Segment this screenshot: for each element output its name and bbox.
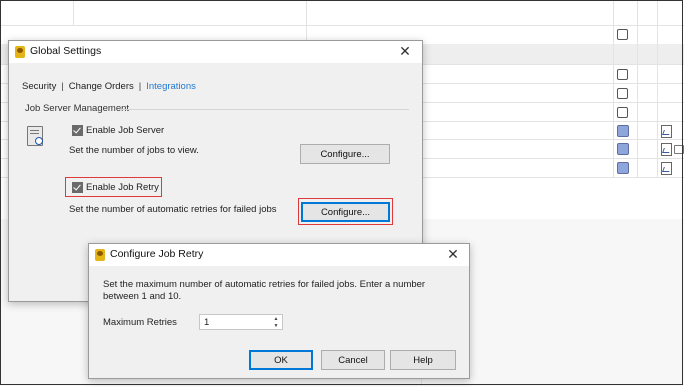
configure-retry-button[interactable]: Configure... [301, 202, 390, 222]
retry-description: Set the maximum number of automatic retr… [103, 279, 426, 302]
row-checkbox-checked[interactable] [617, 125, 629, 137]
jobs-view-description: Set the number of jobs to view. [69, 145, 199, 156]
configure-job-retry-dialog: Configure Job Retry ✕ Set the maximum nu… [88, 243, 470, 379]
configure-jobs-button[interactable]: Configure... [300, 144, 390, 164]
enable-job-retry-checkbox[interactable] [72, 182, 83, 193]
tab-integrations[interactable]: Integrations [146, 81, 196, 92]
cancel-button[interactable]: Cancel [321, 350, 385, 370]
document-image-icon[interactable] [661, 143, 672, 156]
global-settings-titlebar: Global Settings ✕ [9, 41, 422, 63]
app-logo-icon [15, 46, 25, 58]
help-button[interactable]: Help [390, 350, 456, 370]
row-checkbox[interactable] [617, 29, 628, 40]
folder-icon[interactable] [674, 145, 684, 154]
close-icon[interactable]: ✕ [397, 43, 413, 59]
tab-separator: | [61, 81, 64, 92]
dialog-title: Global Settings [30, 45, 102, 57]
tab-separator: | [138, 81, 142, 92]
row-checkbox[interactable] [617, 107, 628, 118]
settings-tabs: Security | Change Orders | Integrations [22, 81, 196, 92]
ok-button[interactable]: OK [249, 350, 313, 370]
close-icon[interactable]: ✕ [445, 246, 461, 262]
configure-job-retry-titlebar: Configure Job Retry ✕ [89, 244, 469, 266]
document-image-icon[interactable] [661, 162, 672, 175]
app-logo-icon [95, 249, 105, 261]
row-checkbox-checked[interactable] [617, 162, 629, 174]
tab-change-orders[interactable]: Change Orders [69, 81, 134, 92]
enable-job-retry-label: Enable Job Retry [86, 182, 159, 193]
stepper-down-icon[interactable]: ▼ [272, 323, 280, 329]
section-title: Job Server Management [25, 103, 130, 114]
row-checkbox[interactable] [617, 69, 628, 80]
max-retries-value[interactable]: 1 [204, 317, 209, 328]
row-checkbox[interactable] [617, 88, 628, 99]
row-checkbox-checked[interactable] [617, 143, 629, 155]
stepper-up-icon[interactable]: ▲ [272, 316, 280, 322]
job-server-icon [27, 126, 43, 146]
max-retries-stepper[interactable]: 1 ▲ ▼ [199, 314, 283, 330]
document-image-icon[interactable] [661, 125, 672, 138]
retries-description: Set the number of automatic retries for … [69, 204, 277, 215]
dialog-title: Configure Job Retry [110, 248, 204, 260]
tab-security[interactable]: Security [22, 81, 56, 92]
enable-job-server-label: Enable Job Server [86, 125, 165, 136]
enable-job-server-checkbox[interactable] [72, 125, 83, 136]
max-retries-label: Maximum Retries [103, 317, 177, 328]
section-divider [119, 109, 409, 110]
